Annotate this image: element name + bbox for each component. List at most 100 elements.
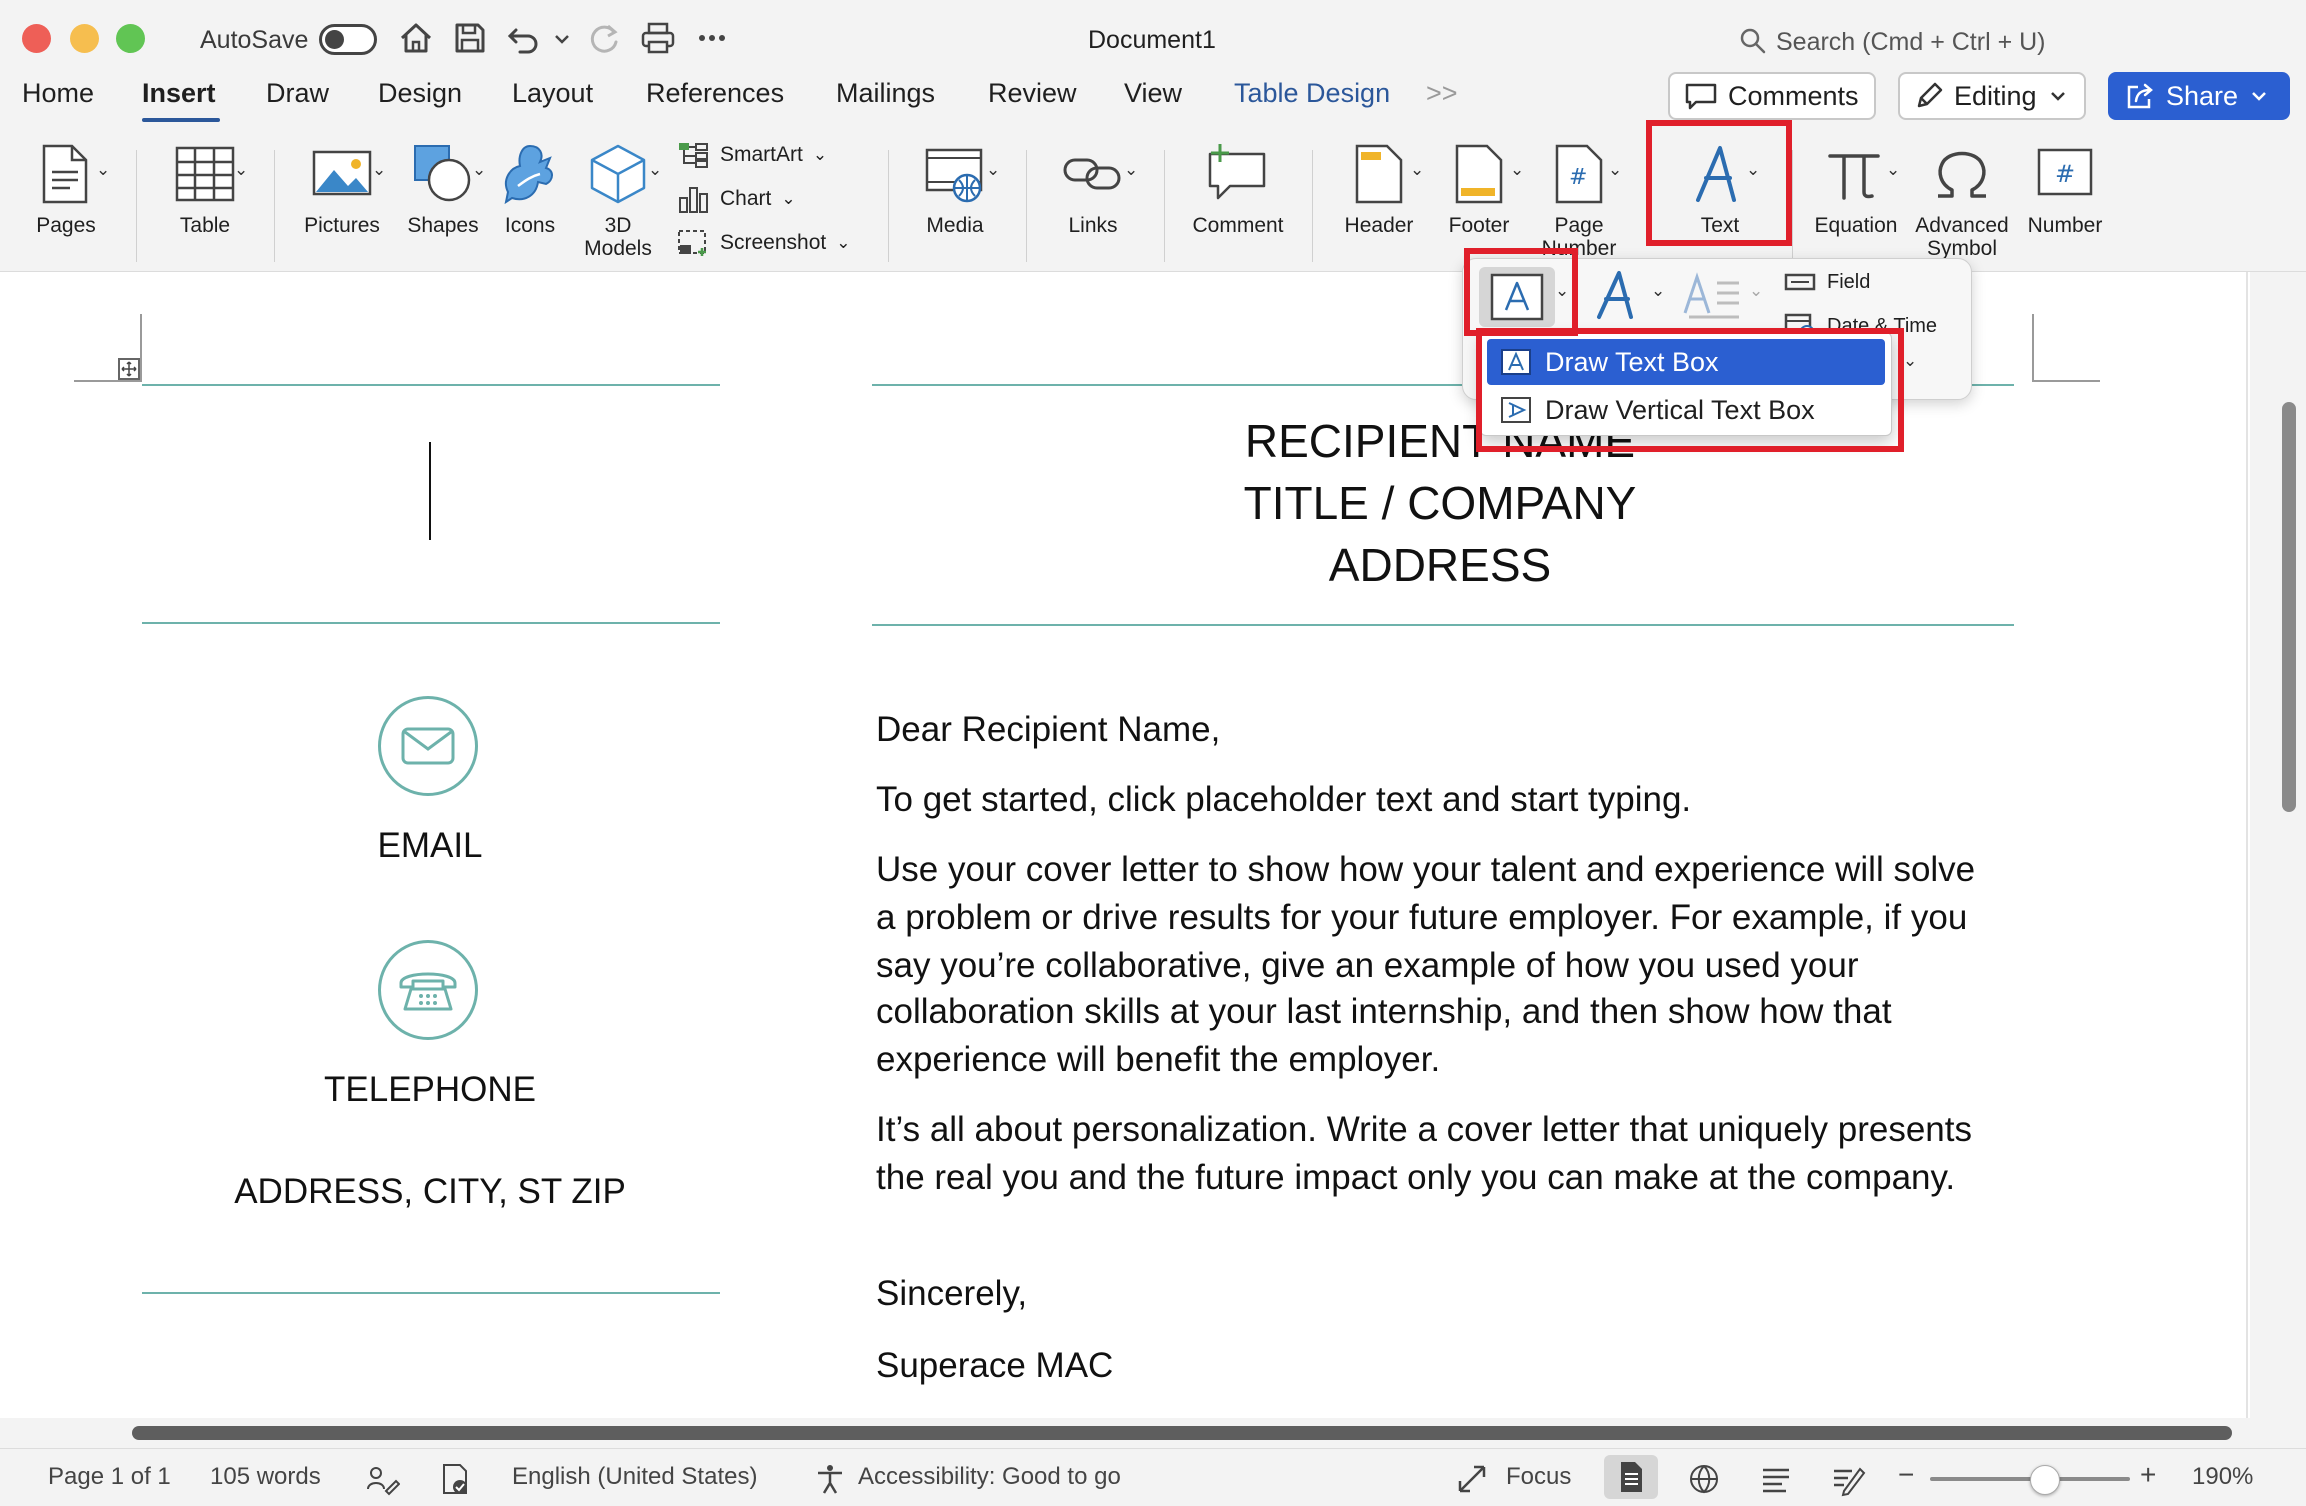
body-paragraph-1-line[interactable]: Use your cover letter to show how your t… bbox=[876, 846, 1975, 894]
save-icon[interactable] bbox=[450, 18, 490, 58]
page-number-button[interactable]: # Page Number bbox=[1534, 140, 1624, 260]
tab-table-design[interactable]: Table Design bbox=[1234, 78, 1390, 109]
web-layout-globe-icon[interactable] bbox=[1686, 1461, 1722, 1497]
greeting-text[interactable]: Dear Recipient Name, bbox=[876, 706, 1220, 754]
word-count[interactable]: 105 words bbox=[210, 1463, 321, 1491]
focus-mode-icon[interactable] bbox=[1454, 1461, 1490, 1497]
more-options-icon[interactable] bbox=[692, 18, 732, 58]
tab-design[interactable]: Design bbox=[378, 78, 462, 109]
drop-cap-dropdown-chevron-icon[interactable]: ⌄ bbox=[1749, 281, 1763, 301]
icons-button[interactable]: Icons bbox=[494, 140, 566, 237]
print-layout-view-button[interactable] bbox=[1604, 1455, 1658, 1499]
chart-dropdown-chevron-icon[interactable]: ⌄ bbox=[781, 189, 795, 209]
language-indicator[interactable]: English (United States) bbox=[512, 1463, 757, 1491]
3d-models-dropdown-chevron-icon[interactable]: ⌄ bbox=[648, 160, 662, 180]
smartart-dropdown-chevron-icon[interactable]: ⌄ bbox=[813, 145, 827, 165]
minimize-window-button[interactable] bbox=[70, 24, 99, 53]
smartart-button[interactable]: SmartArt ⌄ bbox=[676, 140, 827, 170]
table-move-handle[interactable] bbox=[118, 358, 140, 380]
accessibility-icon[interactable] bbox=[812, 1461, 848, 1497]
chart-button[interactable]: Chart ⌄ bbox=[676, 184, 796, 214]
accessibility-status[interactable]: Accessibility: Good to go bbox=[858, 1463, 1121, 1491]
address-heading[interactable]: ADDRESS bbox=[1060, 534, 1820, 596]
more-dropdown-chevron-icon[interactable]: ⌄ bbox=[1903, 351, 1917, 371]
tab-mailings[interactable]: Mailings bbox=[836, 78, 935, 109]
close-window-button[interactable] bbox=[22, 24, 51, 53]
outline-view-icon[interactable] bbox=[1758, 1461, 1794, 1497]
body-paragraph-2-line[interactable]: the real you and the future impact only … bbox=[876, 1154, 1955, 1202]
tab-home[interactable]: Home bbox=[22, 78, 94, 109]
telephone-label[interactable]: TELEPHONE bbox=[230, 1070, 630, 1110]
vertical-scrollbar[interactable] bbox=[2250, 272, 2306, 1422]
body-paragraph-2-line[interactable]: It’s all about personalization. Write a … bbox=[876, 1106, 1972, 1154]
tab-insert[interactable]: Insert bbox=[142, 78, 216, 109]
3d-models-button[interactable]: 3D Models bbox=[574, 140, 662, 260]
zoom-in-button[interactable]: + bbox=[2140, 1459, 2156, 1491]
closing-text[interactable]: Sincerely, bbox=[876, 1270, 1027, 1318]
pages-dropdown-chevron-icon[interactable]: ⌄ bbox=[96, 160, 110, 180]
draft-view-icon[interactable] bbox=[1830, 1461, 1866, 1497]
tab-overflow-chevron-icon[interactable]: >> bbox=[1426, 78, 1458, 109]
address-city-label[interactable]: ADDRESS, CITY, ST ZIP bbox=[150, 1172, 710, 1212]
footer-button[interactable]: Footer bbox=[1434, 140, 1524, 237]
table-button[interactable]: Table bbox=[162, 140, 248, 237]
body-paragraph-1-line[interactable]: say you’re collaborative, give an exampl… bbox=[876, 942, 1859, 990]
equation-button[interactable]: Equation bbox=[1810, 140, 1902, 237]
links-button[interactable]: Links bbox=[1050, 140, 1136, 237]
media-button[interactable]: Media bbox=[912, 140, 998, 237]
body-paragraph-1-line[interactable]: collaboration skills at your last intern… bbox=[876, 988, 1892, 1036]
insert-comment-button[interactable]: Comment bbox=[1188, 140, 1288, 237]
comments-button[interactable]: Comments bbox=[1668, 72, 1876, 120]
proofing-check-icon[interactable] bbox=[436, 1461, 472, 1497]
email-label[interactable]: EMAIL bbox=[230, 826, 630, 866]
links-dropdown-chevron-icon[interactable]: ⌄ bbox=[1124, 160, 1138, 180]
focus-label[interactable]: Focus bbox=[1506, 1463, 1571, 1491]
tab-draw[interactable]: Draw bbox=[266, 78, 329, 109]
shapes-button[interactable]: Shapes bbox=[398, 140, 488, 237]
equation-dropdown-chevron-icon[interactable]: ⌄ bbox=[1886, 160, 1900, 180]
home-icon[interactable] bbox=[396, 18, 436, 58]
print-icon[interactable] bbox=[638, 18, 678, 58]
tab-references[interactable]: References bbox=[646, 78, 784, 109]
editing-mode-button[interactable]: Editing bbox=[1898, 72, 2086, 120]
page-number-dropdown-chevron-icon[interactable]: ⌄ bbox=[1608, 160, 1622, 180]
maximize-window-button[interactable] bbox=[116, 24, 145, 53]
track-changes-icon[interactable] bbox=[364, 1461, 400, 1497]
zoom-out-button[interactable]: − bbox=[1898, 1459, 1914, 1491]
screenshot-button[interactable]: Screenshot ⌄ bbox=[676, 228, 850, 258]
advanced-symbol-button[interactable]: Advanced Symbol bbox=[1912, 140, 2012, 260]
vertical-scrollbar-thumb[interactable] bbox=[2282, 402, 2296, 812]
undo-icon[interactable] bbox=[504, 18, 544, 58]
media-dropdown-chevron-icon[interactable]: ⌄ bbox=[986, 160, 1000, 180]
header-dropdown-chevron-icon[interactable]: ⌄ bbox=[1410, 160, 1424, 180]
intro-text[interactable]: To get started, click placeholder text a… bbox=[876, 776, 1691, 824]
horizontal-scrollbar-thumb[interactable] bbox=[132, 1426, 2232, 1440]
pictures-dropdown-chevron-icon[interactable]: ⌄ bbox=[372, 160, 386, 180]
screenshot-dropdown-chevron-icon[interactable]: ⌄ bbox=[836, 233, 850, 253]
title-company-heading[interactable]: TITLE / COMPANY bbox=[1060, 472, 1820, 534]
tab-view[interactable]: View bbox=[1124, 78, 1182, 109]
drop-cap-icon[interactable] bbox=[1681, 267, 1745, 323]
field-button[interactable]: Field bbox=[1783, 267, 1870, 297]
autosave-toggle[interactable] bbox=[319, 24, 377, 55]
table-dropdown-chevron-icon[interactable]: ⌄ bbox=[234, 160, 248, 180]
page-count[interactable]: Page 1 of 1 bbox=[48, 1463, 171, 1491]
undo-dropdown-chevron-icon[interactable] bbox=[550, 18, 574, 58]
redo-icon[interactable] bbox=[584, 18, 624, 58]
share-button[interactable]: Share bbox=[2108, 72, 2290, 120]
pictures-button[interactable]: Pictures bbox=[296, 140, 388, 237]
body-paragraph-1-line[interactable]: a problem or drive results for your futu… bbox=[876, 894, 1967, 942]
search-input[interactable]: Search (Cmd + Ctrl + U) bbox=[1776, 28, 2046, 57]
zoom-slider-thumb[interactable] bbox=[2030, 1465, 2060, 1495]
tab-review[interactable]: Review bbox=[988, 78, 1077, 109]
header-button[interactable]: Header bbox=[1336, 140, 1422, 237]
wordart-icon[interactable] bbox=[1591, 267, 1647, 323]
footer-dropdown-chevron-icon[interactable]: ⌄ bbox=[1510, 160, 1524, 180]
body-paragraph-1-line[interactable]: experience will benefit the employer. bbox=[876, 1036, 1440, 1084]
number-button[interactable]: # Number bbox=[2020, 140, 2110, 237]
wordart-dropdown-chevron-icon[interactable]: ⌄ bbox=[1651, 281, 1665, 301]
zoom-level[interactable]: 190% bbox=[2192, 1463, 2253, 1491]
pages-button[interactable]: Pages bbox=[26, 140, 106, 237]
signature-text[interactable]: Superace MAC bbox=[876, 1342, 1113, 1390]
shapes-dropdown-chevron-icon[interactable]: ⌄ bbox=[472, 160, 486, 180]
